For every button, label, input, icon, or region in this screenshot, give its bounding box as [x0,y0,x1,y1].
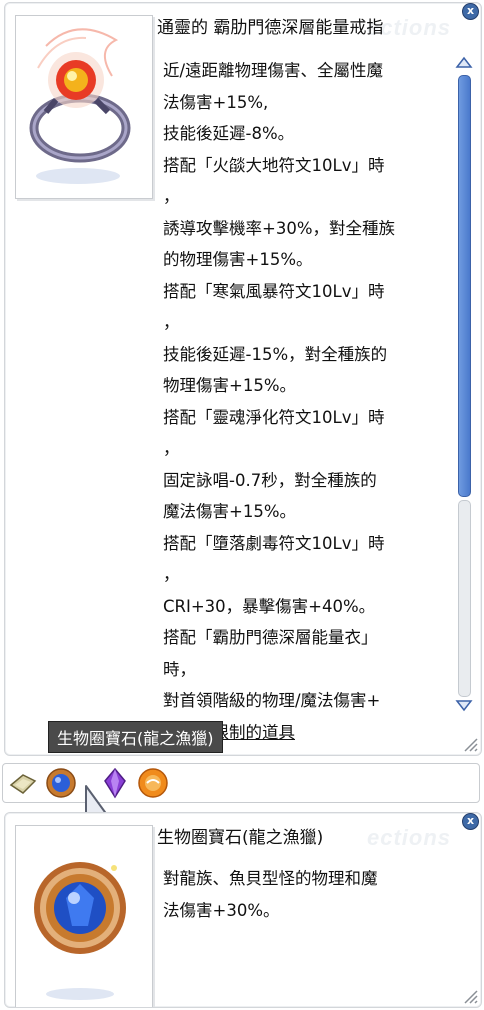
description-line: 誘導攻擊機率+30%，對全種族 [163,218,395,238]
scroll-up-icon[interactable] [455,55,473,69]
description-line: 近/遠距離物理傷害、全屬性魔 [163,61,384,80]
description-line: ， [163,313,180,332]
item-title: 生物圈寶石(龍之漁獵) [157,828,324,848]
description-line: 法傷害+30%。 [163,900,280,920]
ring-slot-icon[interactable] [7,767,39,799]
description-line: 搭配「靈魂淨化符文10Lv」時 [163,407,385,427]
item-title: 通靈的 霸肋門德深層能量戒指 [157,18,384,38]
description-line: 對龍族、魚貝型怪的物理和魔 [163,869,378,888]
description-line: 時， [163,659,196,679]
description-line: ， [163,565,180,584]
ring-item-icon [29,28,131,184]
scroll-rail[interactable] [458,500,471,697]
description-line: ， [163,439,180,458]
description-line: 技能後延遲-8%。 [163,124,295,143]
orange-orb-slot-icon[interactable] [137,767,169,799]
description-line: ， [163,187,180,206]
scroll-thumb[interactable] [458,75,471,497]
close-icon: x [466,814,475,827]
scrollbar[interactable] [455,55,473,715]
description-line: 物理傷害+15%。 [163,376,296,395]
resize-grip-icon[interactable] [462,736,478,752]
item-image-frame [15,15,153,199]
close-icon: x [466,4,475,17]
description-line: 技能後延遲-15%，對全種族的 [163,344,388,364]
item-description: 對龍族、魚貝型怪的物理和魔 法傷害+30%。 [163,863,453,926]
item-description: 近/遠距離物理傷害、全屬性魔 法傷害+15%, 技能後延遲-8%。 搭配「火燄大… [163,55,453,748]
resize-grip-icon[interactable] [462,988,478,1004]
description-line: CRI+30，暴擊傷害+40%。 [163,596,376,616]
description-line: 搭配「霸肋門德深層能量衣」 [163,628,378,647]
item-image-frame [15,825,153,1007]
blue-gem-item-icon [34,862,126,1000]
description-line: 搭配「火燄大地符文10Lv」時 [163,155,385,175]
scroll-down-icon[interactable] [455,699,473,713]
description-line: 固定詠唱-0.7秒，對全種族的 [163,470,377,490]
description-line: 的物理傷害+15%。 [163,250,313,269]
description-line: 對首領階級的物理/魔法傷害+ [163,691,381,710]
description-line: 搭配「墮落劇毒符文10Lv」時 [163,533,385,553]
description-line: 魔法傷害+15%。 [163,502,296,521]
blue-gem-slot-icon[interactable] [45,767,77,799]
card-slot-bar [2,763,480,803]
description-line: 搭配「寒氣風暴符文10Lv」時 [163,281,385,301]
card-tooltip: 生物圈寶石(龍之漁獵) [48,721,223,753]
item-info-window: ections x 通靈的 霸肋門德深層能量戒指 近/遠距離物理傷害、全屬性魔 … [4,2,482,756]
card-info-window: ections x 生物圈寶石(龍之漁獵) 對龍族、魚貝型怪的物理和魔 法傷害+… [4,812,482,1008]
description-line: 法傷害+15%, [163,92,269,112]
